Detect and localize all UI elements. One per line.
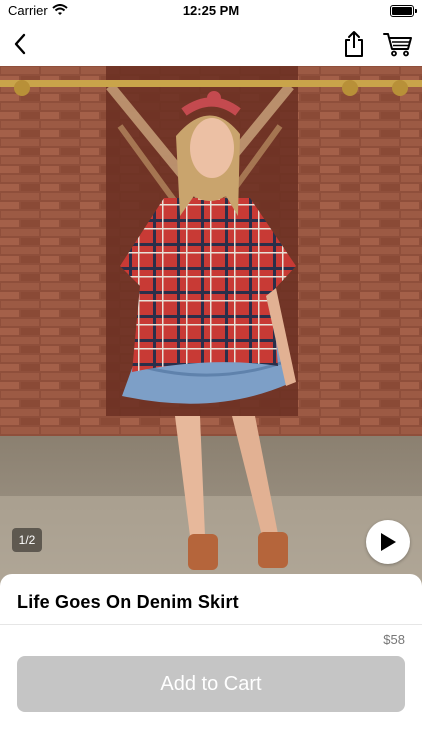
share-icon <box>345 31 363 57</box>
product-image[interactable] <box>0 66 422 588</box>
cart-icon <box>383 33 412 57</box>
status-bar: Carrier 12:25 PM <box>0 0 422 22</box>
image-page-indicator: 1/2 <box>12 528 42 552</box>
product-price: $58 <box>383 632 405 647</box>
product-title: Life Goes On Denim Skirt <box>17 592 239 612</box>
nav-bar <box>0 22 422 66</box>
product-sheet: Life Goes On Denim Skirt $58 Add to Cart <box>0 574 422 750</box>
share-button[interactable] <box>338 28 370 60</box>
play-video-button[interactable] <box>366 520 410 564</box>
play-icon <box>381 533 396 551</box>
add-to-cart-button[interactable]: Add to Cart <box>17 656 405 712</box>
back-button[interactable] <box>4 28 36 60</box>
cart-button[interactable] <box>382 28 414 60</box>
chevron-left-icon <box>14 33 26 55</box>
clock: 12:25 PM <box>182 3 240 18</box>
divider <box>0 624 422 625</box>
battery-icon <box>390 5 417 17</box>
